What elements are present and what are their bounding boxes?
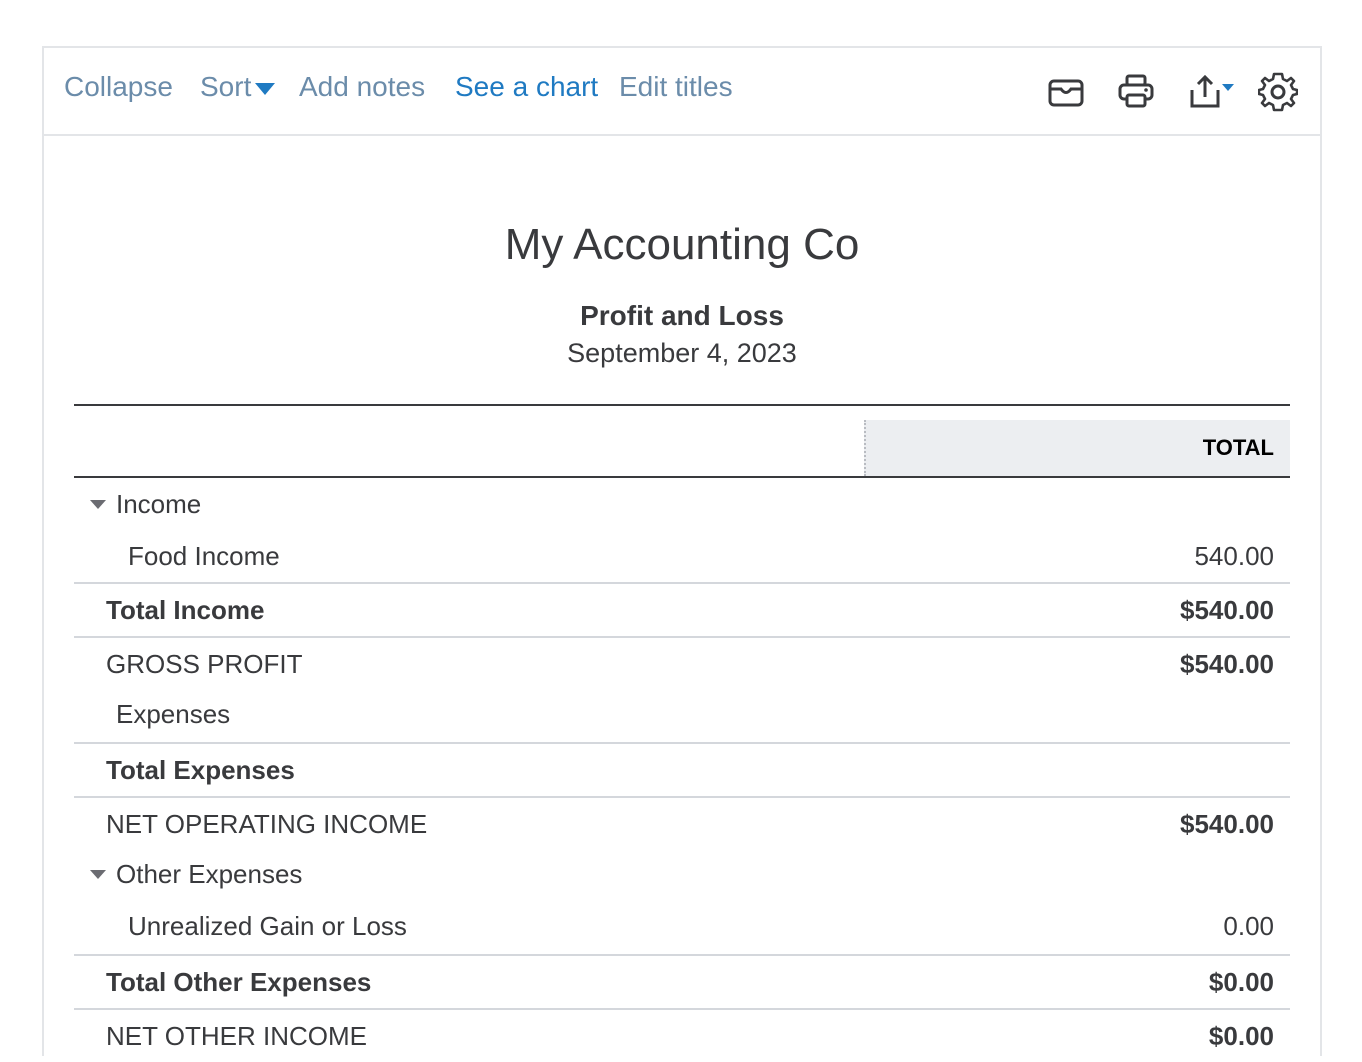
table-row[interactable]: Total Other Expenses $0.00 — [74, 954, 1290, 1006]
table-row[interactable]: Expenses — [74, 688, 1290, 740]
row-label: Total Income — [106, 595, 265, 625]
sort-dropdown[interactable]: Sort — [200, 70, 276, 104]
row-amount[interactable]: $540.00 — [1180, 798, 1274, 850]
company-name[interactable]: My Accounting Co — [44, 220, 1320, 270]
report-panel: Collapse Sort Add notes See a chart Edit… — [42, 46, 1322, 1056]
add-notes-link[interactable]: Add notes — [299, 70, 425, 104]
row-amount[interactable]: $0.00 — [1209, 1010, 1274, 1062]
table-row[interactable]: GROSS PROFIT $540.00 — [74, 636, 1290, 688]
row-amount[interactable]: $540.00 — [1180, 584, 1274, 636]
table-row[interactable]: Unrealized Gain or Loss 0.00 — [74, 900, 1290, 952]
row-amount[interactable]: 540.00 — [1194, 530, 1274, 582]
report-date[interactable]: September 4, 2023 — [44, 338, 1320, 369]
table-row[interactable]: NET OPERATING INCOME $540.00 — [74, 796, 1290, 848]
row-label: Expenses — [116, 699, 231, 729]
edit-titles-link[interactable]: Edit titles — [619, 70, 733, 104]
row-amount[interactable]: $0.00 — [1209, 956, 1274, 1008]
header-divider — [74, 404, 1290, 406]
print-icon[interactable] — [1116, 72, 1156, 112]
table-row[interactable]: Total Income $540.00 — [74, 582, 1290, 634]
row-label: Food Income — [128, 541, 280, 571]
row-label: Unrealized Gain or Loss — [128, 911, 407, 941]
collapse-caret-icon[interactable] — [90, 500, 106, 509]
collapse-caret-icon[interactable] — [90, 870, 106, 879]
collapse-link[interactable]: Collapse — [64, 70, 173, 104]
row-label: Income — [116, 489, 202, 519]
row-amount[interactable]: 0.00 — [1223, 900, 1274, 952]
row-label: Total Other Expenses — [106, 967, 372, 997]
row-label: GROSS PROFIT — [106, 649, 303, 679]
sort-label: Sort — [200, 71, 252, 102]
report-title[interactable]: Profit and Loss — [44, 300, 1320, 332]
email-icon[interactable] — [1046, 72, 1086, 112]
table-row[interactable]: Total Expenses — [74, 742, 1290, 794]
row-label: NET OPERATING INCOME — [106, 809, 428, 839]
table-row[interactable]: Income — [74, 478, 1290, 530]
row-amount[interactable]: $540.00 — [1180, 638, 1274, 690]
table-row[interactable]: Other Expenses — [74, 848, 1290, 900]
see-chart-link[interactable]: See a chart — [455, 70, 598, 104]
caret-down-icon — [255, 82, 276, 95]
column-header-total[interactable]: TOTAL — [864, 420, 1290, 476]
row-label: NET OTHER INCOME — [106, 1021, 367, 1051]
table-row[interactable]: Food Income 540.00 — [74, 530, 1290, 582]
table-row[interactable]: NET OTHER INCOME $0.00 — [74, 1008, 1290, 1060]
row-label: Total Expenses — [106, 755, 295, 785]
export-icon[interactable] — [1188, 72, 1236, 112]
report-toolbar: Collapse Sort Add notes See a chart Edit… — [44, 48, 1320, 136]
gear-icon[interactable] — [1257, 72, 1299, 112]
row-label: Other Expenses — [116, 859, 303, 889]
